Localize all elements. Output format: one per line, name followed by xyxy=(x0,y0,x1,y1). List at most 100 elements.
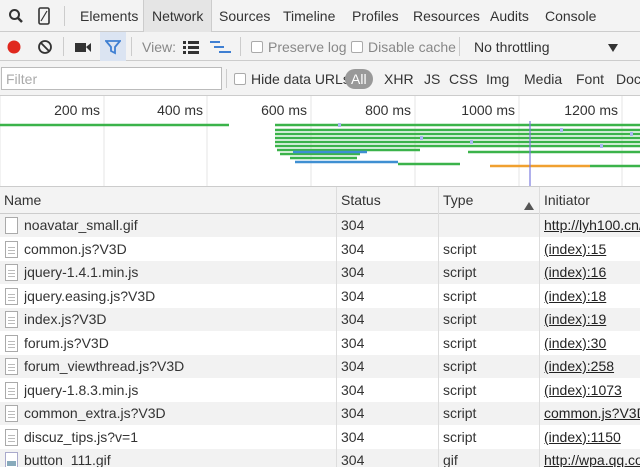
request-status: 304 xyxy=(341,264,365,280)
toolbar-separator xyxy=(131,37,132,56)
tab-resources[interactable]: Resources xyxy=(413,0,480,32)
request-initiator[interactable]: (index):18 xyxy=(544,285,640,308)
request-initiator[interactable]: (index):15 xyxy=(544,238,640,261)
preserve-log-checkbox[interactable]: Preserve log xyxy=(251,32,347,61)
table-row[interactable]: forum_viewthread.js?V3D 304 script (index):… xyxy=(0,355,640,378)
type-filter-js[interactable]: JS xyxy=(424,61,440,96)
throttling-select[interactable]: No throttling xyxy=(474,32,624,61)
request-initiator[interactable]: (index):1150 xyxy=(544,426,640,449)
column-header-name[interactable]: Name xyxy=(0,187,41,214)
tab-sources[interactable]: Sources xyxy=(219,0,270,32)
clear-icon[interactable] xyxy=(37,32,53,61)
tab-elements[interactable]: Elements xyxy=(80,0,138,32)
filter-toggle-icon[interactable] xyxy=(100,32,126,61)
request-initiator[interactable]: common.js?V3D xyxy=(544,402,640,425)
table-row[interactable]: index.js?V3D 304 script (index):19 xyxy=(0,308,640,331)
inspect-icon[interactable] xyxy=(2,0,30,32)
request-type: script xyxy=(443,334,477,351)
script-file-icon xyxy=(5,428,18,446)
script-file-icon xyxy=(5,287,18,305)
type-filter-css[interactable]: CSS xyxy=(449,61,478,96)
script-file-icon xyxy=(5,381,18,399)
view-label: View: xyxy=(142,38,176,55)
request-initiator[interactable]: (index):19 xyxy=(544,308,640,331)
request-initiator[interactable]: http://lyh100.cn/ xyxy=(544,214,640,237)
request-type: script xyxy=(443,358,477,374)
overview-icon[interactable] xyxy=(210,32,232,61)
timeline-dot xyxy=(338,123,341,127)
timeline-dot xyxy=(630,132,633,136)
timeline-tick-label: 800 ms xyxy=(365,102,411,118)
request-name: noavatar_small.gif xyxy=(24,217,138,233)
request-initiator[interactable]: (index):16 xyxy=(544,261,640,284)
type-filter-img[interactable]: Img xyxy=(486,61,509,96)
tab-network[interactable]: Network xyxy=(143,0,213,32)
table-row[interactable]: common.js?V3D 304 script (index):15 xyxy=(0,238,640,261)
request-name: common.js?V3D xyxy=(24,240,127,257)
filter-input[interactable] xyxy=(1,67,222,90)
device-mode-icon[interactable] xyxy=(30,0,58,32)
request-initiator[interactable]: (index):1073 xyxy=(544,379,640,402)
tab-profiles[interactable]: Profiles xyxy=(352,0,399,32)
request-type: script xyxy=(443,240,477,257)
request-status: 304 xyxy=(341,405,365,421)
hide-data-urls-checkbox[interactable]: Hide data URLs xyxy=(234,61,350,96)
request-name: common_extra.js?V3D xyxy=(24,405,166,421)
type-filter-label: CSS xyxy=(449,70,478,87)
hide-data-urls-label: Hide data URLs xyxy=(251,70,350,87)
column-header-initiator[interactable]: Initiator xyxy=(540,187,590,214)
table-row[interactable]: jquery.easing.js?V3D 304 script (index):18 xyxy=(0,285,640,308)
request-type: script xyxy=(443,381,477,398)
file-icon xyxy=(5,217,18,234)
request-status: 304 xyxy=(341,240,365,257)
column-header-type[interactable]: Type xyxy=(439,187,473,214)
request-initiator[interactable]: http://wpa.qq.co xyxy=(544,449,640,467)
toolbar-separator xyxy=(240,37,241,56)
toolbar-separator xyxy=(459,37,460,56)
request-initiator[interactable]: (index):30 xyxy=(544,332,640,355)
request-type xyxy=(443,214,535,237)
table-row[interactable]: forum.js?V3D 304 script (index):30 xyxy=(0,332,640,355)
type-filter-media[interactable]: Media xyxy=(524,61,562,96)
timeline-chart: 200 ms 400 ms 600 ms 800 ms 1000 ms 1200 ms xyxy=(0,96,640,186)
script-file-icon xyxy=(5,311,18,328)
request-type: script xyxy=(443,405,477,421)
camera-icon[interactable] xyxy=(74,32,92,61)
request-name: discuz_tips.js?v=1 xyxy=(24,428,139,445)
record-button[interactable] xyxy=(6,32,22,61)
timeline-overview[interactable]: 200 ms 400 ms 600 ms 800 ms 1000 ms 1200 ms xyxy=(0,96,640,187)
script-file-icon xyxy=(5,240,18,258)
requests-table-header: Name Status Type Initiator xyxy=(0,187,640,214)
type-filter-all[interactable]: All xyxy=(345,61,373,96)
request-name: jquery-1.4.1.min.js xyxy=(24,264,139,280)
column-divider xyxy=(539,187,540,467)
disable-cache-checkbox[interactable]: Disable cache xyxy=(351,32,456,61)
request-name: jquery-1.8.3.min.js xyxy=(24,381,139,398)
request-type: script xyxy=(443,428,477,445)
tab-console[interactable]: Console xyxy=(545,0,596,32)
type-filter-doc[interactable]: Doc xyxy=(616,61,640,96)
type-filter-label: JS xyxy=(424,70,441,87)
table-row[interactable]: jquery-1.8.3.min.js 304 script (index):1073 xyxy=(0,379,640,402)
table-row[interactable]: discuz_tips.js?v=1 304 script (index):1150 xyxy=(0,426,640,449)
type-filter-label: All xyxy=(345,68,373,89)
filter-bar: Hide data URLs All XHR JS CSS Img Media Font Do… xyxy=(0,61,640,96)
tab-audits[interactable]: Audits xyxy=(490,0,529,32)
timeline-tick-label: 200 ms xyxy=(54,102,100,118)
table-row[interactable]: common_extra.js?V3D 304 script common.js?V3… xyxy=(0,402,640,425)
preserve-log-label: Preserve log xyxy=(268,38,347,55)
timeline-dot xyxy=(420,136,423,140)
request-status: 304 xyxy=(341,381,365,398)
request-initiator[interactable]: (index):258 xyxy=(544,355,640,378)
type-filter-xhr[interactable]: XHR xyxy=(384,61,414,96)
table-row[interactable]: noavatar_small.gif 304 http://lyh100.cn/ xyxy=(0,214,640,237)
script-file-icon xyxy=(5,334,18,352)
chevron-down-icon xyxy=(608,39,618,55)
table-row[interactable]: button_111.gif 304 gif http://wpa.qq.co xyxy=(0,449,640,467)
table-row[interactable]: jquery-1.4.1.min.js 304 script (index):16 xyxy=(0,261,640,284)
tab-timeline[interactable]: Timeline xyxy=(283,0,335,32)
type-filter-font[interactable]: Font xyxy=(576,61,604,96)
column-divider xyxy=(438,187,439,467)
large-rows-icon[interactable] xyxy=(183,32,199,61)
column-header-status[interactable]: Status xyxy=(337,187,381,214)
